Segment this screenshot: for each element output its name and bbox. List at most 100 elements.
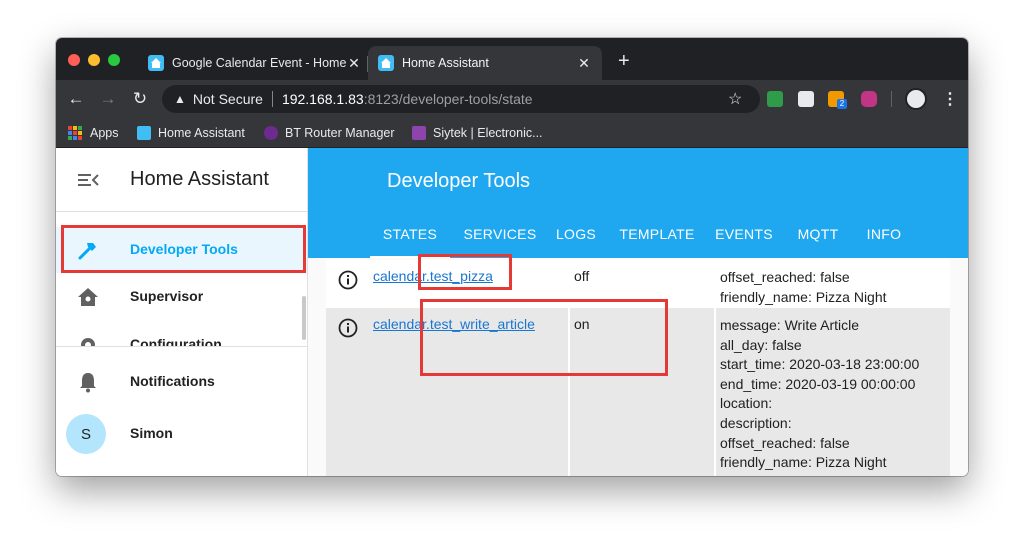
extension-icon[interactable] xyxy=(767,91,783,107)
security-label[interactable]: Not Secure xyxy=(193,91,263,107)
tab-states[interactable]: STATES xyxy=(362,216,458,258)
sidebar-item-notifications[interactable]: Notifications xyxy=(56,359,307,405)
entity-link[interactable]: calendar.test_pizza xyxy=(373,268,493,284)
attribute: all_day: false xyxy=(720,336,802,353)
bookmark-apps[interactable]: Apps xyxy=(68,124,119,142)
sidebar-item-user[interactable]: S Simon xyxy=(56,406,307,462)
info-circle-icon[interactable] xyxy=(338,318,358,338)
browser-menu-icon[interactable]: ⋮ xyxy=(942,89,958,109)
supervisor-icon xyxy=(78,288,98,306)
tab-title: Google Calendar Event - Home xyxy=(172,56,346,70)
attribute: description: xyxy=(720,414,792,431)
attribute: message: Write Article xyxy=(720,317,860,333)
tab-mqtt[interactable]: MQTT xyxy=(784,216,852,258)
attribute: end_time: 2020-03-19 00:00:00 xyxy=(720,375,916,392)
bookmark-bt-router-manager[interactable]: BT Router Manager xyxy=(264,124,395,142)
info-circle-icon[interactable] xyxy=(338,270,358,290)
tab-close-icon[interactable]: ✕ xyxy=(576,55,592,72)
new-tab-icon[interactable]: + xyxy=(618,51,630,71)
table-row: calendar.test_pizza off offset_reached: … xyxy=(326,260,950,308)
back-arrow-icon[interactable]: ← xyxy=(64,87,88,111)
address-separator xyxy=(271,91,273,107)
entity-link[interactable]: calendar.test_write_article xyxy=(373,316,535,332)
hammer-icon xyxy=(78,243,96,260)
column-separator xyxy=(714,308,716,476)
bookmark-star-icon[interactable]: ☆ xyxy=(728,89,742,109)
bookmark-label: Apps xyxy=(90,126,119,140)
url-path: /developer-tools/state xyxy=(398,91,533,107)
sidebar-item-label: Supervisor xyxy=(130,288,204,304)
avatar: S xyxy=(66,414,106,454)
bookmark-home-assistant[interactable]: Home Assistant xyxy=(137,124,245,142)
sidebar-header: Home Assistant xyxy=(56,148,308,212)
browser-tab-google-calendar[interactable]: Google Calendar Event - Home ✕ xyxy=(138,46,372,80)
entity-attributes: message: Write Article all_day: false st… xyxy=(720,316,919,473)
forward-arrow-icon[interactable]: → xyxy=(96,87,120,111)
attribute: friendly_name: Pizza Night xyxy=(720,454,887,471)
user-name: Simon xyxy=(130,425,173,441)
url-host: 192.168.1.83 xyxy=(281,91,364,107)
bookmark-label: Siytek | Electronic... xyxy=(433,126,543,140)
apps-grid-icon xyxy=(68,126,82,140)
extension-badge: 2 xyxy=(837,99,847,109)
profile-avatar-icon[interactable] xyxy=(905,88,927,110)
states-table: calendar.test_pizza off offset_reached: … xyxy=(308,258,968,476)
sidebar-item-label: Developer Tools xyxy=(130,241,238,257)
attribute: location: xyxy=(720,395,773,412)
app-header: Developer Tools STATES SERVICES LOGS TEM… xyxy=(308,148,968,258)
tab-title: Home Assistant xyxy=(402,56,489,70)
maximize-window-button[interactable] xyxy=(108,54,120,66)
sidebar-item-configuration[interactable]: Configuration xyxy=(56,322,307,346)
attribute: offset_reached: false xyxy=(720,434,850,451)
minimize-window-button[interactable] xyxy=(88,54,100,66)
bt-icon xyxy=(264,126,278,140)
close-window-button[interactable] xyxy=(68,54,80,66)
siytek-icon xyxy=(412,126,426,140)
camera-extension-icon[interactable] xyxy=(798,91,814,107)
menu-collapse-icon[interactable] xyxy=(78,170,100,190)
sidebar-item-developer-tools[interactable]: Developer Tools xyxy=(56,227,307,273)
sidebar: Home Assistant Developer Tools Superviso… xyxy=(56,148,308,476)
main-panel: Developer Tools STATES SERVICES LOGS TEM… xyxy=(308,148,968,476)
home-assistant-favicon-icon xyxy=(378,55,394,71)
reload-icon[interactable]: ↻ xyxy=(128,87,152,111)
bookmark-siytek[interactable]: Siytek | Electronic... xyxy=(412,124,543,142)
bookmark-label: BT Router Manager xyxy=(285,126,395,140)
tab-close-icon[interactable]: ✕ xyxy=(346,55,362,72)
attribute: start_time: 2020-03-18 23:00:00 xyxy=(720,356,920,373)
entity-state: off xyxy=(574,268,590,284)
table-row: calendar.test_write_article on message: … xyxy=(326,308,950,476)
sidebar-item-label: Notifications xyxy=(130,373,215,389)
home-assistant-favicon-icon xyxy=(148,55,164,71)
warning-triangle-icon[interactable]: ▲ xyxy=(174,92,186,106)
column-separator xyxy=(568,308,570,476)
sidebar-panel-list: Developer Tools Supervisor Configuration xyxy=(56,212,307,346)
bookmarks-bar: Apps Home Assistant BT Router Manager Si… xyxy=(56,118,968,148)
attribute: offset_reached: false xyxy=(720,269,850,285)
rss-extension-icon[interactable]: 2 xyxy=(828,91,847,109)
tab-events[interactable]: EVENTS xyxy=(704,216,784,258)
tab-template[interactable]: TEMPLATE xyxy=(610,216,704,258)
entity-attributes: offset_reached: false friendly_name: Piz… xyxy=(720,268,887,307)
cog-icon xyxy=(81,338,95,346)
entity-state: on xyxy=(574,316,590,332)
tab-logs[interactable]: LOGS xyxy=(542,216,610,258)
sidebar-scrollbar[interactable] xyxy=(302,296,306,340)
tab-strip: Google Calendar Event - Home ✕ Home Assi… xyxy=(56,38,968,80)
attribute: friendly_name: Pizza Night xyxy=(720,288,887,305)
bookmark-label: Home Assistant xyxy=(158,126,245,140)
sidebar-divider xyxy=(56,346,307,347)
browser-tab-home-assistant[interactable]: Home Assistant ✕ xyxy=(368,46,602,80)
instagram-extension-icon[interactable] xyxy=(861,91,877,107)
toolbar-divider xyxy=(891,91,892,107)
sidebar-title: Home Assistant xyxy=(130,168,269,190)
browser-window: Google Calendar Event - Home ✕ Home Assi… xyxy=(56,38,968,476)
browser-toolbar: ← → ↻ ▲ Not Secure 192.168.1.83:8123/dev… xyxy=(56,80,968,118)
home-assistant-icon xyxy=(137,126,151,140)
address-bar[interactable]: ▲ Not Secure 192.168.1.83:8123/developer… xyxy=(162,85,760,113)
tab-services[interactable]: SERVICES xyxy=(458,216,542,258)
sidebar-item-label: Configuration xyxy=(130,336,222,346)
tab-info[interactable]: INFO xyxy=(852,216,916,258)
sidebar-item-supervisor[interactable]: Supervisor xyxy=(56,274,307,320)
bell-icon xyxy=(80,373,96,393)
